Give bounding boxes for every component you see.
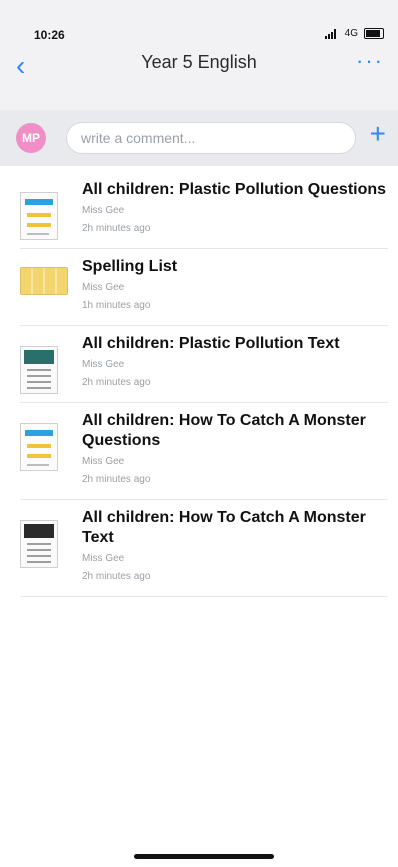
comment-bar: MP write a comment... + (0, 110, 398, 166)
list-item-title: All children: How To Catch A Monster Tex… (82, 509, 366, 546)
network-label: 4G (344, 28, 358, 39)
page-title: Year 5 English (141, 52, 257, 72)
document-icon (20, 423, 58, 471)
spelling-thumbnail (20, 267, 68, 297)
list-item-time: 2h minutes ago (82, 223, 151, 234)
list-item[interactable]: All children: Plastic Pollution Question… (20, 172, 388, 249)
document-thumbnail (20, 192, 58, 240)
comment-placeholder: write a comment... (81, 130, 196, 146)
signal-icon (324, 28, 339, 39)
list-item-author: Miss Gee (82, 456, 125, 467)
top-area: 10:26 4G ‹ Year 5 English ··· (0, 0, 398, 110)
list-item-title: All children: Plastic Pollution Text (82, 335, 340, 352)
status-right: 4G (324, 28, 384, 39)
list-item[interactable]: All children: How To Catch A Monster Que… (20, 403, 388, 500)
document-icon (20, 192, 58, 240)
list-item-time: 2h minutes ago (82, 571, 151, 582)
list-item-title: Spelling List (82, 258, 178, 275)
list-item-content: All children: How To Catch A Monster Tex… (82, 508, 388, 584)
battery-icon (364, 28, 384, 39)
list-item-time: 2h minutes ago (82, 474, 151, 485)
document-thumbnail (20, 520, 58, 568)
list-item[interactable]: Spelling List Miss Gee 1h minutes ago (20, 249, 388, 326)
spelling-icon (20, 267, 68, 295)
plus-icon[interactable]: + (370, 120, 386, 148)
assignment-list: All children: Plastic Pollution Question… (20, 172, 388, 597)
list-item-author: Miss Gee (82, 282, 125, 293)
list-item-content: All children: How To Catch A Monster Que… (82, 411, 388, 487)
list-item[interactable]: All children: How To Catch A Monster Tex… (20, 500, 388, 597)
status-bar: 10:26 4G (0, 0, 398, 42)
list-item-time: 1h minutes ago (82, 300, 151, 311)
image-document-icon (20, 346, 58, 394)
list-item-author: Miss Gee (82, 359, 125, 370)
document-thumbnail (20, 423, 58, 471)
list-item-content: All children: Plastic Pollution Question… (82, 180, 388, 236)
list-item-author: Miss Gee (82, 553, 125, 564)
document-thumbnail (20, 346, 58, 394)
navigation-bar: ‹ Year 5 English ··· (0, 46, 398, 90)
list-item-author: Miss Gee (82, 205, 125, 216)
comment-input[interactable]: write a comment... (66, 122, 356, 154)
list-item-title: All children: Plastic Pollution Question… (82, 181, 387, 198)
image-document-icon (20, 520, 58, 568)
list-item[interactable]: All children: Plastic Pollution Text Mis… (20, 326, 388, 403)
list-item-time: 2h minutes ago (82, 377, 151, 388)
status-time: 10:26 (34, 28, 65, 42)
list-item-content: All children: Plastic Pollution Text Mis… (82, 334, 388, 390)
list-item-title: All children: How To Catch A Monster Que… (82, 412, 366, 449)
more-dots-icon[interactable]: ··· (356, 48, 384, 74)
avatar: MP (16, 123, 46, 153)
list-item-content: Spelling List Miss Gee 1h minutes ago (82, 257, 388, 313)
home-indicator (134, 854, 274, 859)
